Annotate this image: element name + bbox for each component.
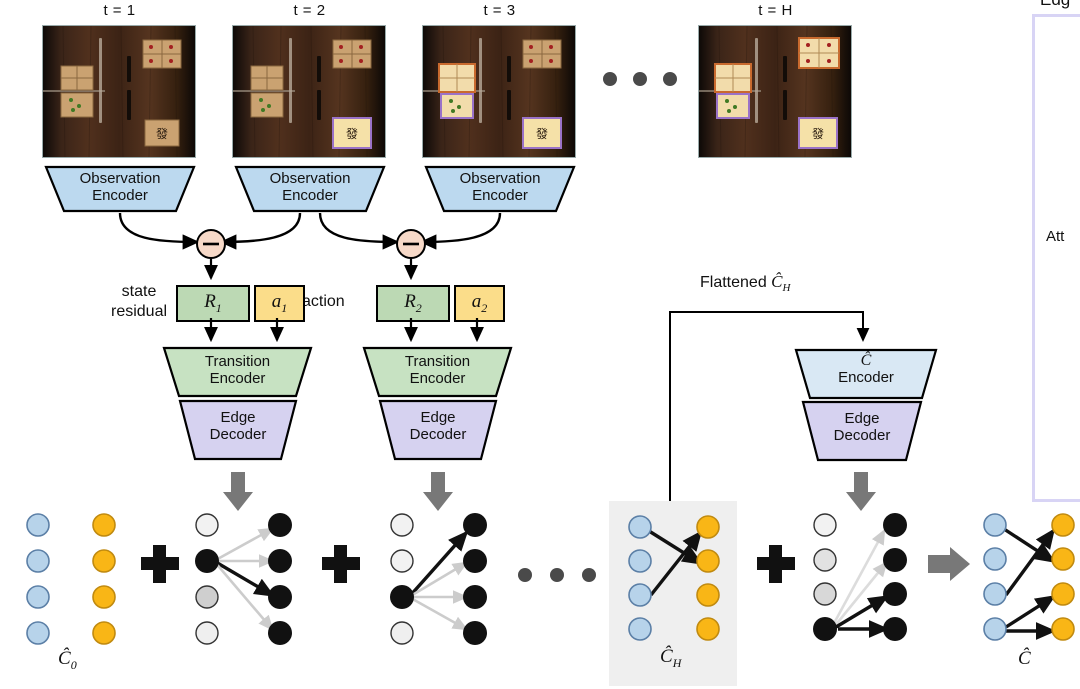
action-box-a2: a2 (454, 285, 505, 322)
side-panel (1032, 14, 1080, 502)
obs-enc-line1: Observation (79, 170, 161, 187)
graph-label-c0: Ĉ0 (58, 648, 77, 672)
minus-to-residual-arrow-2 (403, 258, 421, 286)
svg-text:發: 發 (346, 126, 358, 141)
observation-image-t3: 發 (422, 25, 576, 158)
observation-image-t1: 發 (42, 25, 196, 158)
side-panel-header: Edg (1040, 0, 1070, 10)
residual-connector-arrows (0, 200, 620, 270)
edge-decoder-1[interactable]: Edge Decoder (178, 399, 298, 461)
grey-right-arrow (928, 547, 970, 581)
minus-operator-1 (195, 228, 227, 260)
timestep-label-t1: t = 1 (103, 2, 136, 19)
action-symbol: a (271, 291, 282, 312)
transition-encoder-1[interactable]: Transition Encoder (160, 346, 315, 398)
graph-edge-pred-t2 (390, 513, 487, 645)
residual-symbol: R (204, 291, 216, 312)
flattened-label: Flattened ĈH (700, 272, 791, 295)
action-box-a1: a1 (254, 285, 305, 322)
transition-encoder-label: Transition Encoder (204, 353, 271, 387)
minus-to-residual-arrow-1 (203, 258, 221, 286)
c-hat-encoder[interactable]: Ĉ Encoder (793, 348, 939, 400)
observation-image-t2: 發 (232, 25, 386, 158)
transition-encoder-label: Transition Encoder (404, 353, 471, 387)
edge-decoder-2[interactable]: Edge Decoder (378, 399, 498, 461)
graph-c0 (26, 513, 116, 645)
timestep-label-tH: t = H (758, 2, 793, 19)
svg-text:發: 發 (812, 126, 824, 141)
observation-encoder-label: Observation Encoder (459, 170, 541, 204)
residual-box-R1: R1 (176, 285, 250, 322)
edge-decoder-3[interactable]: Edge Decoder (801, 400, 923, 462)
residual-box-R2: R2 (376, 285, 450, 322)
edge-decoder-label: Edge Decoder (833, 410, 891, 444)
timestep-label-t3: t = 3 (483, 2, 516, 19)
plus-operator-3 (757, 545, 795, 583)
edge-decoder-label: Edge Decoder (209, 409, 267, 443)
action-label: action (302, 293, 345, 310)
timestep-label-t2: t = 2 (293, 2, 326, 19)
graph-label-ch: ĈH (660, 646, 682, 670)
state-residual-label: state residual (110, 283, 168, 320)
flattened-symbol: Ĉ (771, 272, 783, 291)
transition-encoder-2[interactable]: Transition Encoder (360, 346, 515, 398)
svg-text:發: 發 (536, 126, 548, 141)
bottom-graph-row (0, 495, 1080, 689)
svg-text:發: 發 (156, 126, 168, 141)
observation-image-tH: 發 (698, 25, 852, 158)
edge-decoder-label: Edge Decoder (409, 409, 467, 443)
bottom-ellipsis (518, 568, 596, 582)
observation-encoder-label: Observation Encoder (42, 170, 198, 204)
graph-edge-pred-final (813, 513, 907, 641)
c-hat-encoder-label: Ĉ Encoder (838, 352, 894, 386)
graph-edge-pred-t1 (195, 513, 292, 645)
timeline-ellipsis-top (600, 68, 680, 90)
plus-operator-2 (322, 545, 360, 583)
minus-operator-2 (395, 228, 427, 260)
c-hat-symbol: Ĉ (860, 352, 872, 369)
inputs-to-transition-arrows (0, 318, 540, 348)
graph-c-final (983, 513, 1075, 641)
side-panel-body-text: Att (1046, 228, 1065, 245)
observation-encoder-label: Observation Encoder (269, 170, 351, 204)
graph-label-c-final: Ĉ (1018, 648, 1031, 669)
plus-operator-1 (141, 545, 179, 583)
